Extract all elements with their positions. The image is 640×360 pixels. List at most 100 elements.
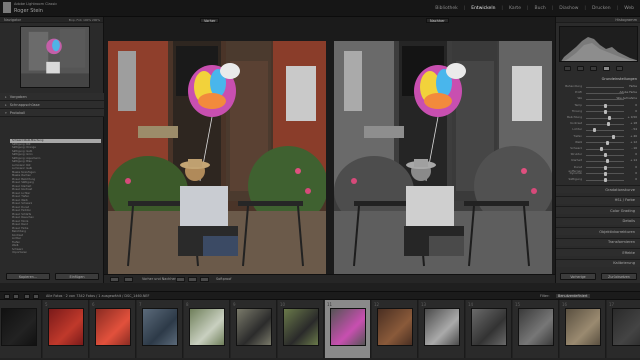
filmstrip-cell[interactable]: 11 [325,300,371,358]
slider-row[interactable]: Temp 0 [560,103,637,109]
slider-row[interactable]: Behandlung Farbe [560,84,637,90]
panel-section[interactable]: HSL / Farbe [556,195,640,204]
slider-value[interactable]: - 16 [632,146,637,150]
filmstrip-thumbnail[interactable] [565,308,601,346]
slider-value[interactable]: 0 [635,165,637,169]
paste-button[interactable]: Einfügen [55,273,99,280]
slider-track[interactable] [586,86,624,88]
filter-dropdown[interactable]: Benutzerdefiniert [556,294,590,298]
history-section[interactable]: Protokoll [0,109,104,117]
slider-knob[interactable] [603,109,607,114]
spot-removal-icon[interactable] [577,66,584,71]
filmstrip-thumbnail[interactable] [236,308,272,346]
slider-knob[interactable] [603,178,607,182]
slider-track[interactable] [586,160,624,162]
slider-value[interactable]: 0 [635,103,637,107]
slider-track[interactable] [586,123,624,125]
slider-value[interactable]: + 14 [630,158,637,162]
slider-row[interactable]: Dunst entfernen 0 [560,165,637,173]
filmstrip-cell[interactable]: 9 [231,300,277,358]
slider-row[interactable]: Tiefen + 46 [560,134,637,140]
slider-knob[interactable] [605,140,609,145]
slider-knob[interactable] [612,134,616,139]
slider-knob[interactable] [603,171,607,176]
slider-row[interactable]: WA Wie Aufnahme [560,96,637,102]
filmstrip-cell[interactable]: 12 [372,300,418,358]
slider-row[interactable]: Profil Adobe Farbe [560,90,637,96]
slider-value[interactable]: 0 [635,152,637,156]
red-eye-icon[interactable] [590,66,597,71]
filmstrip-thumbnail[interactable] [48,308,84,346]
filmstrip-path[interactable]: Alle Fotos · 2 von 7342 Fotos / 1 ausgew… [46,294,150,298]
slider-value[interactable]: + 12 [630,140,637,144]
navigator-header[interactable]: Navigator Einp. Füll. 100% 200% [0,17,103,23]
grid-view-icon[interactable] [4,294,10,299]
module-slideshow[interactable]: Diashow [559,6,578,11]
filmstrip-thumbnail[interactable] [189,308,225,346]
filmstrip-cell[interactable]: 13 [419,300,465,358]
slider-row[interactable]: Dynamik 0 [560,171,637,177]
filmstrip-thumbnail[interactable] [142,308,178,346]
slider-value[interactable]: 0 [635,171,637,175]
filmstrip-cell[interactable]: 7 [137,300,183,358]
slider-value[interactable]: 0 [635,109,637,113]
panel-section[interactable]: Kalibrierung [556,258,640,267]
panel-section[interactable]: Color Grading [556,206,640,214]
filmstrip-cell[interactable]: 14 [466,300,512,358]
slider-knob[interactable] [606,122,610,127]
crop-tool-icon[interactable] [564,66,571,71]
slider-value[interactable]: Adobe Farbe [620,90,637,94]
filmstrip-thumbnail[interactable] [518,308,554,346]
filmstrip-cell[interactable]: 15 [513,300,559,358]
back-arrow-icon[interactable] [24,294,30,299]
filmstrip-cell[interactable]: 16 [560,300,606,358]
panel-section[interactable]: Gradationskurve [556,185,640,193]
swap-icon[interactable] [176,277,185,282]
navigator-preview[interactable] [20,26,90,88]
module-develop[interactable]: Entwickeln [471,6,495,11]
filmstrip-thumbnail[interactable] [283,308,319,346]
filmstrip-cell[interactable]: 10 [278,300,324,358]
filmstrip-cell[interactable]: 5 [43,300,89,358]
filmstrip-thumbnail[interactable] [424,308,460,346]
slider-value[interactable]: + 46 [630,134,637,138]
filmstrip-cell[interactable]: 6 [90,300,136,358]
slider-row[interactable]: Lichter - 54 [560,127,637,133]
slider-row[interactable]: Kontrast + 18 [560,121,637,127]
history-item[interactable]: Importieren [10,251,101,255]
filmstrip-cell[interactable] [0,300,42,358]
navigator-zoom[interactable]: Einp. Füll. 100% 200% [69,18,100,22]
slider-knob[interactable] [600,147,604,151]
reset-button[interactable]: Zurücksetzen [601,273,637,280]
slider-row[interactable]: Tönung 0 [560,109,637,115]
slider-knob[interactable] [603,165,607,170]
slider-knob[interactable] [603,153,607,158]
previous-button[interactable]: Vorherige [560,273,596,280]
masking-icon[interactable] [603,66,610,71]
filmstrip-thumbnail[interactable] [612,308,640,346]
module-map[interactable]: Karte [509,6,521,11]
filmstrip-thumbnail[interactable] [377,308,413,346]
presets-section[interactable]: Vorgaben [0,93,104,101]
slider-row[interactable]: Sättigung 0 [560,177,637,183]
softproof-label[interactable]: Softproof [216,277,232,281]
module-library[interactable]: Bibliothek [435,6,457,11]
module-print[interactable]: Drucken [592,6,611,11]
filmstrip-cell[interactable]: 17 [607,300,640,358]
filmstrip-thumbnail[interactable] [330,308,366,346]
slider-track[interactable] [586,117,624,119]
module-book[interactable]: Buch [535,6,546,11]
filmstrip-cell[interactable]: 8 [184,300,230,358]
copy-settings-icon[interactable] [188,277,197,282]
copy-button[interactable]: Kopieren... [6,273,50,280]
slider-row[interactable]: Struktur 0 [560,152,637,158]
slider-value[interactable]: + 18 [630,121,637,125]
slider-value[interactable]: Farbe [629,84,637,88]
panel-section[interactable]: Effekte [556,248,640,256]
slider-value[interactable]: Wie Aufnahme [617,96,637,100]
slider-value[interactable]: + 0,50 [628,115,637,119]
module-web[interactable]: Web [624,6,634,11]
slider-row[interactable]: Schwarz - 16 [560,146,637,152]
filmstrip-thumbnail[interactable] [95,308,131,346]
filmstrip-thumbnail[interactable] [1,308,37,346]
